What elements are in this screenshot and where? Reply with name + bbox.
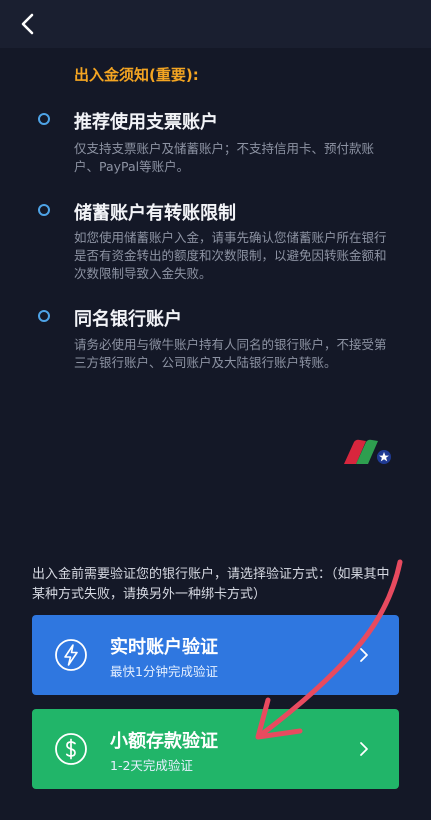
chevron-left-icon [21, 13, 34, 35]
dollar-icon [55, 733, 87, 765]
option-subtitle: 最快1分钟完成验证 [110, 664, 218, 679]
bullet-icon [38, 204, 50, 216]
option-subtitle: 1-2天完成验证 [110, 758, 193, 773]
section-heading: 推荐使用支票账户 [74, 112, 218, 133]
watermark-logo [344, 439, 391, 464]
section-body: 仅支持支票账户及储蓄账户；不支持信用卡、预付款账户、PayPal等账户。 [74, 141, 375, 174]
section-heading: 同名银行账户 [74, 309, 182, 330]
notice-title: 出入金须知(重要): [74, 66, 199, 84]
micro-deposit-verify-button[interactable]: 小额存款验证 1-2天完成验证 [32, 709, 399, 789]
chevron-right-icon [360, 742, 368, 756]
bullet-icon [38, 310, 50, 322]
bullet-icon [38, 113, 50, 125]
section-body: 如您使用储蓄账户入金，请事先确认您储蓄账户所在银行是否有资金转出的额度和次数限制… [74, 230, 387, 281]
option-title: 小额存款验证 [110, 731, 218, 752]
back-button[interactable] [12, 8, 44, 40]
realtime-verify-button[interactable]: 实时账户验证 最快1分钟完成验证 [32, 615, 399, 695]
top-bar [0, 0, 431, 48]
chevron-right-icon [360, 648, 368, 662]
lightning-icon [55, 639, 87, 671]
option-title: 实时账户验证 [110, 637, 218, 658]
verify-hint: 出入金前需要验证您的银行账户，请选择验证方式：（如果其中某种方式失败，请换另外一… [32, 567, 390, 602]
section-body: 请务必使用与微牛账户持有人同名的银行账户，不接受第三方银行账户、公司账户及大陆银… [74, 337, 387, 370]
section-heading: 储蓄账户有转账限制 [74, 203, 236, 224]
